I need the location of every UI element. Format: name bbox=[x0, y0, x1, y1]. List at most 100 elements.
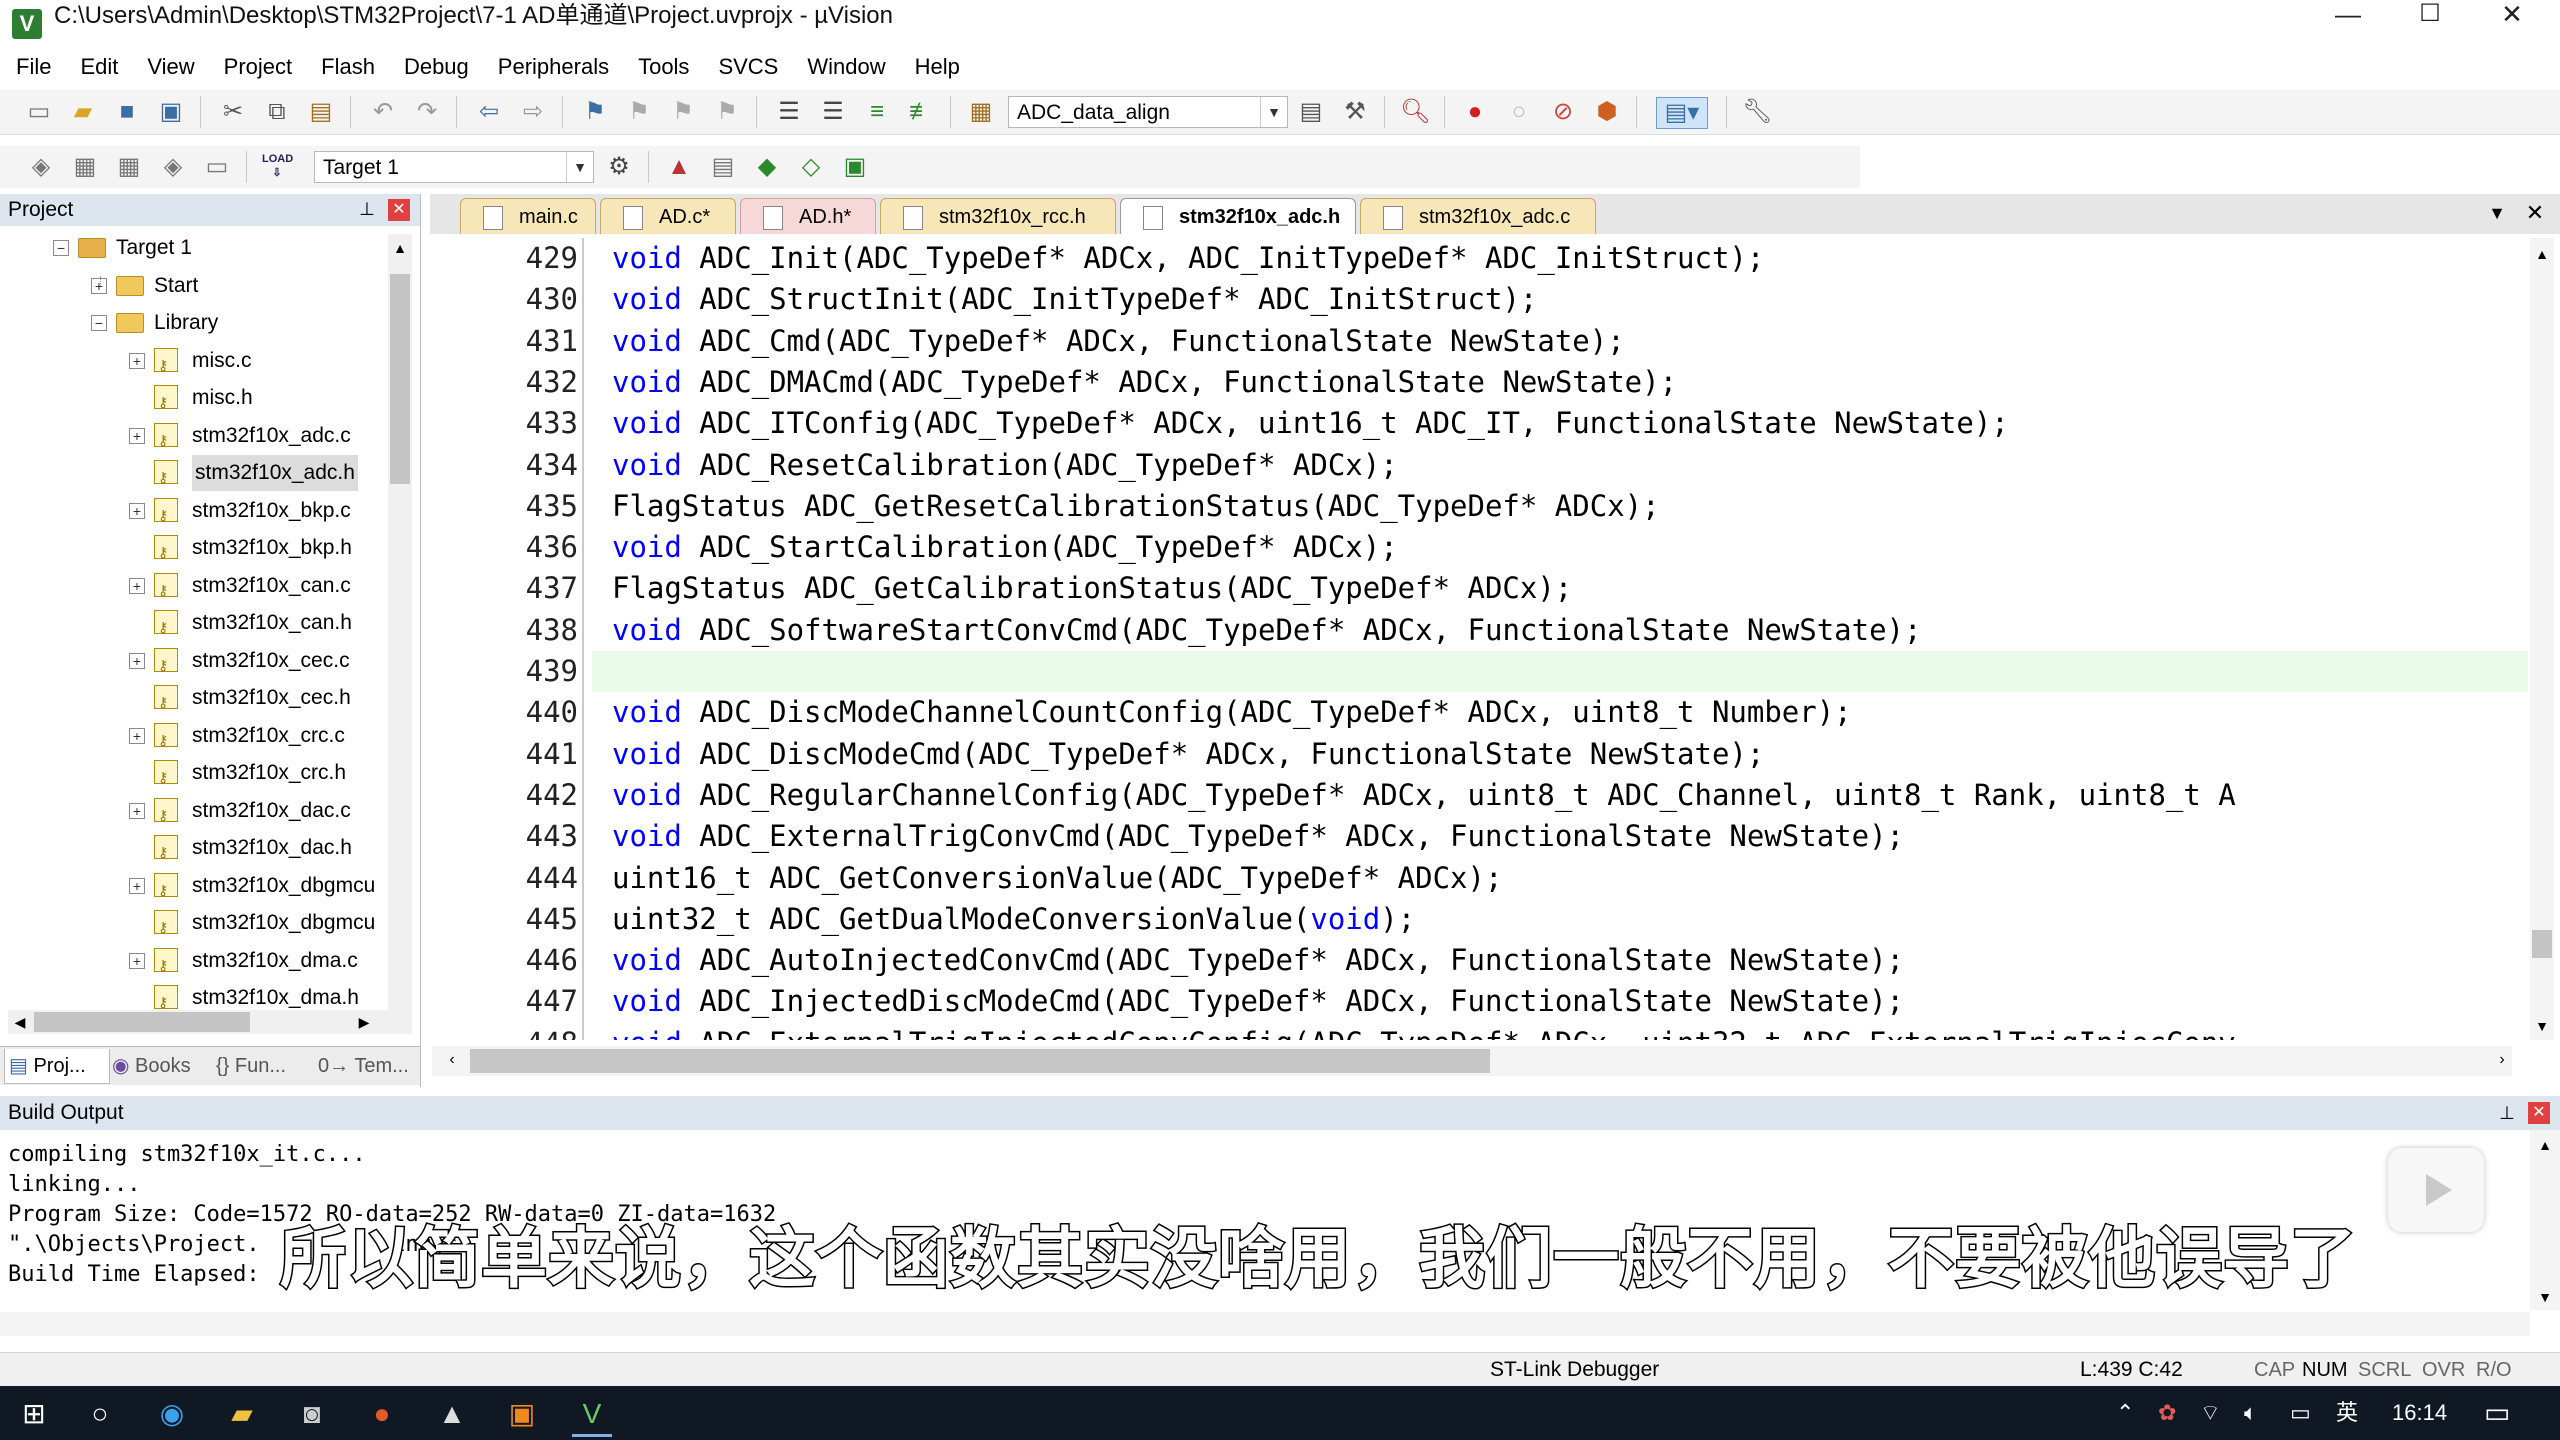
network-icon[interactable]: ⌔ bbox=[2200, 1386, 2221, 1440]
pin-icon[interactable]: ⊥ bbox=[356, 198, 378, 220]
find-icon[interactable]: ▤ bbox=[1296, 97, 1326, 127]
next-bookmark-icon[interactable]: ⚑ bbox=[668, 97, 698, 127]
chevron-down-icon[interactable]: ▼ bbox=[1260, 97, 1287, 127]
stop-build-icon[interactable]: ▭ bbox=[202, 152, 232, 182]
code-line[interactable]: void ADC_DiscModeChannelCountConfig(ADC_… bbox=[612, 692, 1852, 733]
tree-item[interactable]: + ⚷ misc.c bbox=[0, 343, 386, 379]
volume-icon[interactable]: 🔈︎ bbox=[2244, 1386, 2257, 1440]
prev-bookmark-icon[interactable]: ⚑ bbox=[624, 97, 654, 127]
window-layout-icon[interactable]: ▤▾ bbox=[1656, 97, 1708, 129]
editor-horizontal-scroll-thumb[interactable] bbox=[470, 1049, 1490, 1073]
edge-browser-icon[interactable]: ◉ bbox=[152, 1394, 192, 1434]
code-line[interactable]: uint16_t ADC_GetConversionValue(ADC_Type… bbox=[612, 858, 1502, 899]
find-in-files-icon[interactable]: ▦ bbox=[966, 97, 996, 127]
chevron-down-icon[interactable]: ▼ bbox=[566, 152, 593, 182]
cut-icon[interactable]: ✂ bbox=[218, 97, 248, 127]
pin-icon[interactable]: ⊥ bbox=[2496, 1102, 2518, 1124]
copy-icon[interactable]: ⧉ bbox=[262, 97, 292, 127]
debug-session-icon[interactable]: 🔍︎ bbox=[1400, 97, 1430, 127]
scroll-down-icon[interactable]: ▼ bbox=[2532, 1016, 2552, 1036]
disable-all-breakpoints-icon[interactable]: ⬢ bbox=[1592, 97, 1622, 127]
editor-tab[interactable]: stm32f10x_adc.h bbox=[1120, 198, 1356, 234]
scroll-right-icon[interactable]: › bbox=[2492, 1050, 2512, 1070]
show-hidden-icons-icon[interactable]: ⌃ bbox=[2116, 1386, 2134, 1440]
scroll-up-icon[interactable]: ▲ bbox=[2532, 244, 2552, 264]
scroll-right-icon[interactable]: ▶ bbox=[354, 1012, 374, 1032]
select-software-packs-icon[interactable]: ◆ bbox=[752, 152, 782, 182]
build-output-vertical-scrollbar[interactable] bbox=[2530, 1130, 2560, 1310]
build-output-horizontal-scrollbar[interactable] bbox=[0, 1312, 2530, 1336]
target-combo[interactable]: Target 1 ▼ bbox=[314, 151, 594, 183]
menu-view[interactable]: View bbox=[131, 52, 207, 82]
save-all-icon[interactable]: ▣ bbox=[156, 97, 186, 127]
code-line[interactable]: void ADC_RegularChannelConfig(ADC_TypeDe… bbox=[612, 775, 2236, 816]
tray-app-icon[interactable]: ✿ bbox=[2158, 1386, 2176, 1440]
menu-edit[interactable]: Edit bbox=[64, 52, 131, 82]
target-options-icon[interactable]: ⚙ bbox=[604, 152, 634, 182]
tree-item[interactable]: + ⚷ stm32f10x_crc.c bbox=[0, 718, 386, 754]
kill-breakpoints-icon[interactable]: ⊘ bbox=[1548, 97, 1578, 127]
editor-tab[interactable]: main.c bbox=[460, 198, 596, 234]
scroll-up-icon[interactable]: ▲ bbox=[2534, 1134, 2556, 1156]
expand-icon[interactable]: + bbox=[129, 952, 145, 969]
windows-start-icon[interactable]: ⊞ bbox=[14, 1394, 54, 1434]
maximize-button[interactable]: ☐ bbox=[2390, 0, 2470, 32]
code-line[interactable]: void ADC_AutoInjectedConvCmd(ADC_TypeDef… bbox=[612, 940, 1904, 981]
expand-icon[interactable]: + bbox=[129, 652, 145, 669]
tree-item[interactable]: ⚷ stm32f10x_cec.h bbox=[0, 680, 386, 716]
tree-item[interactable]: + ⚷ stm32f10x_dac.c bbox=[0, 793, 386, 829]
redo-icon[interactable]: ↷ bbox=[412, 97, 442, 127]
undo-icon[interactable]: ↶ bbox=[368, 97, 398, 127]
build-icon[interactable]: ▦ bbox=[70, 152, 100, 182]
file-extensions-icon[interactable]: ▤ bbox=[708, 152, 738, 182]
expand-icon[interactable]: + bbox=[129, 427, 145, 444]
tree-item[interactable]: + ⚷ stm32f10x_can.c bbox=[0, 568, 386, 604]
tab-templates[interactable]: 0→ Tem... bbox=[314, 1049, 422, 1083]
translate-icon[interactable]: ◈ bbox=[26, 152, 56, 182]
collapse-icon[interactable]: − bbox=[53, 240, 69, 256]
indent-icon[interactable]: ☰ bbox=[774, 97, 804, 127]
tree-item[interactable]: − Library bbox=[0, 305, 386, 341]
incremental-find-icon[interactable]: ⚒ bbox=[1340, 97, 1370, 127]
tree-horizontal-scroll-thumb[interactable] bbox=[34, 1012, 250, 1032]
uncomment-icon[interactable]: ≢ bbox=[906, 97, 936, 127]
menu-debug[interactable]: Debug bbox=[388, 52, 482, 82]
run-time-environment-icon[interactable]: ▣ bbox=[840, 152, 870, 182]
comment-icon[interactable]: ≡ bbox=[862, 97, 892, 127]
close-button[interactable]: ✕ bbox=[2472, 0, 2552, 32]
close-tab-button[interactable]: ✕ bbox=[2522, 200, 2548, 226]
tree-vertical-scroll-thumb[interactable] bbox=[390, 274, 410, 484]
editor-vertical-scroll-thumb[interactable] bbox=[2532, 930, 2552, 958]
code-editor[interactable]: 429 430 431 432 433 434 435 436 437 438 439 440 441 4… bbox=[432, 238, 2528, 1040]
menu-peripherals[interactable]: Peripherals bbox=[482, 52, 622, 82]
tree-item[interactable]: + ⚷ stm32f10x_dma.c bbox=[0, 943, 386, 979]
tree-item[interactable]: + ⚷ stm32f10x_cec.c bbox=[0, 643, 386, 679]
close-pane-button[interactable]: ✕ bbox=[2528, 1102, 2550, 1124]
unindent-icon[interactable]: ☰ bbox=[818, 97, 848, 127]
camera-app-icon[interactable]: ◙ bbox=[292, 1394, 332, 1434]
tree-item[interactable]: + Start bbox=[0, 268, 386, 304]
search-icon[interactable]: ○ bbox=[80, 1394, 120, 1434]
close-pane-button[interactable]: ✕ bbox=[388, 199, 410, 221]
editor-tab[interactable]: AD.c* bbox=[600, 198, 736, 234]
collapse-icon[interactable]: − bbox=[91, 315, 107, 331]
code-line[interactable]: void ADC_DMACmd(ADC_TypeDef* ADCx, Funct… bbox=[612, 362, 1677, 403]
editor-tab[interactable]: stm32f10x_adc.c bbox=[1360, 198, 1596, 234]
menu-project[interactable]: Project bbox=[208, 52, 305, 82]
uvision-taskbar-icon[interactable]: V bbox=[572, 1394, 612, 1437]
tree-item[interactable]: ⚷ stm32f10x_adc.h bbox=[0, 455, 386, 491]
photos-icon[interactable]: ▲ bbox=[432, 1394, 472, 1434]
expand-icon[interactable]: + bbox=[129, 877, 145, 894]
editor-tab[interactable]: stm32f10x_rcc.h bbox=[880, 198, 1116, 234]
expand-icon[interactable]: + bbox=[129, 727, 145, 744]
powerpoint-icon[interactable]: ● bbox=[362, 1394, 402, 1434]
menu-window[interactable]: Window bbox=[791, 52, 898, 82]
tree-item[interactable]: ⚷ misc.h bbox=[0, 380, 386, 416]
ime-indicator[interactable]: 英 bbox=[2336, 1386, 2358, 1440]
save-icon[interactable]: ■ bbox=[112, 97, 142, 127]
code-line[interactable]: void ADC_ExternalTrigInjectedConvConfig(… bbox=[612, 1023, 2236, 1040]
expand-icon[interactable]: + bbox=[129, 577, 145, 594]
play-icon[interactable] bbox=[2388, 1148, 2484, 1232]
tab-books[interactable]: ◉ Books bbox=[108, 1049, 212, 1083]
navigate-back-icon[interactable]: ⇦ bbox=[474, 97, 504, 127]
